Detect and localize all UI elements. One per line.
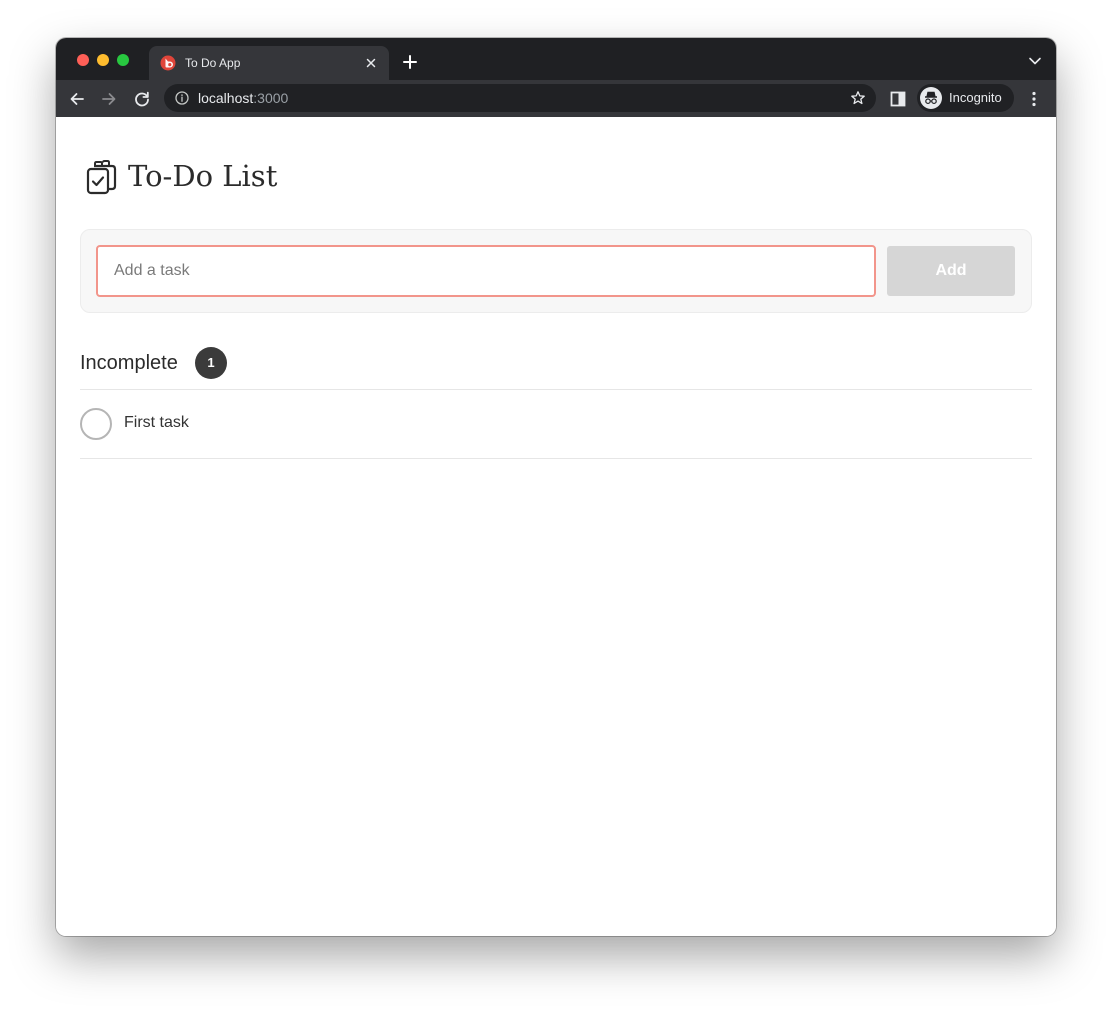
more-menu-icon[interactable] (1026, 90, 1042, 108)
url-text: localhost:3000 (198, 90, 288, 106)
task-label: First task (124, 414, 189, 431)
page-title: To-Do List (128, 159, 278, 193)
url-host: localhost (198, 90, 254, 106)
maximize-window-button[interactable] (117, 54, 129, 66)
list-divider (80, 458, 1032, 459)
new-tab-icon[interactable] (402, 54, 418, 70)
task-input[interactable] (96, 245, 876, 297)
section-divider (80, 389, 1032, 390)
address-bar[interactable]: localhost:3000 (164, 84, 876, 112)
site-info-icon[interactable] (175, 91, 189, 105)
url-port: :3000 (253, 90, 289, 106)
section-title: Incomplete (80, 352, 178, 374)
incognito-label: Incognito (949, 90, 1002, 105)
back-arrow-icon[interactable] (68, 90, 86, 108)
tab-search-chevron-icon[interactable] (1028, 56, 1042, 66)
side-panel-icon[interactable] (890, 91, 906, 107)
close-tab-icon[interactable] (363, 55, 379, 71)
task-complete-checkbox[interactable] (80, 408, 112, 440)
app-favicon-icon (160, 55, 176, 71)
close-window-button[interactable] (77, 54, 89, 66)
reload-icon[interactable] (133, 90, 151, 108)
browser-window: To Do App localhost:3000 Incognito To-Do… (56, 38, 1056, 936)
add-task-form: Add (80, 229, 1032, 313)
list-item: First task (80, 391, 1032, 459)
tab-strip: To Do App (56, 38, 1056, 80)
browser-toolbar: localhost:3000 Incognito (56, 80, 1056, 118)
bookmark-star-icon[interactable] (850, 90, 866, 106)
incognito-profile-button[interactable]: Incognito (917, 84, 1014, 112)
minimize-window-button[interactable] (97, 54, 109, 66)
add-task-button[interactable]: Add (887, 246, 1015, 296)
tab-to-do-app[interactable]: To Do App (149, 46, 389, 80)
forward-arrow-icon[interactable] (100, 90, 118, 108)
clipboard-check-icon (86, 160, 117, 195)
page-content: To-Do List Add Incomplete 1 First task (56, 117, 1056, 936)
tab-title: To Do App (185, 56, 241, 70)
task-count-badge: 1 (195, 347, 227, 379)
incognito-icon (920, 87, 942, 109)
